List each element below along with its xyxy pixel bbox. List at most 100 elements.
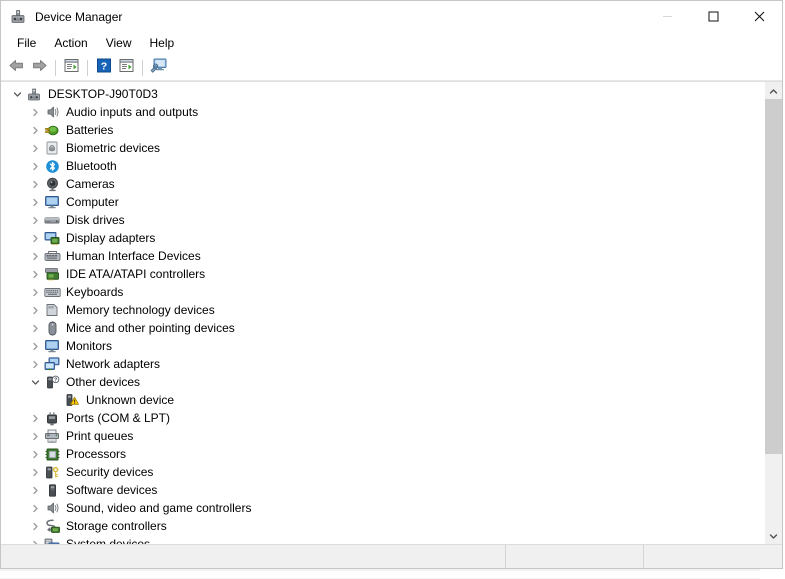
svg-text:?: ? [100, 60, 106, 72]
tree-item-software-devices[interactable]: Software devices [1, 481, 764, 499]
properties-icon [63, 58, 80, 78]
tree-item-system-devices[interactable]: System devices [1, 535, 764, 544]
help-question-icon: ? [96, 58, 112, 78]
unknown-device-warning-icon [63, 392, 81, 408]
chevron-right-icon[interactable] [27, 103, 43, 121]
scan-monitor-icon [149, 57, 168, 78]
tree-item-label: Human Interface Devices [66, 249, 201, 263]
chevron-right-icon[interactable] [27, 517, 43, 535]
menu-item-help[interactable]: Help [141, 34, 184, 52]
tree-item-keyboards[interactable]: Keyboards [1, 283, 764, 301]
forward-button[interactable] [28, 57, 51, 79]
chevron-right-icon[interactable] [27, 229, 43, 247]
scrollbar-thumb[interactable] [765, 99, 782, 455]
close-button[interactable] [736, 1, 782, 32]
tree-item-security-devices[interactable]: Security devices [1, 463, 764, 481]
tree-item-ide-ata-atapi-controllers[interactable]: IDE ATA/ATAPI controllers [1, 265, 764, 283]
chevron-right-icon[interactable] [27, 481, 43, 499]
tree-item-disk-drives[interactable]: Disk drives [1, 211, 764, 229]
chevron-right-icon[interactable] [27, 175, 43, 193]
minimize-button[interactable] [644, 1, 690, 32]
tree-item-other-devices[interactable]: ? Other devices [1, 373, 764, 391]
window-controls [644, 1, 782, 32]
ide-controller-icon [43, 266, 61, 282]
menu-bar: File Action View Help [1, 32, 782, 55]
menu-item-file[interactable]: File [8, 34, 45, 52]
tree-item-sound-video-and-game-controllers[interactable]: Sound, video and game controllers [1, 499, 764, 517]
scrollbar-track[interactable] [765, 99, 782, 527]
tree-item-display-adapters[interactable]: Display adapters [1, 229, 764, 247]
tree-item-print-queues[interactable]: Print queues [1, 427, 764, 445]
title-bar[interactable]: Device Manager [1, 1, 782, 32]
chevron-down-icon [769, 527, 778, 545]
svg-text:?: ? [54, 377, 57, 383]
chevron-right-icon[interactable] [27, 301, 43, 319]
chevron-right-icon[interactable] [27, 499, 43, 517]
battery-icon [43, 122, 61, 138]
tree-item-network-adapters[interactable]: Network adapters [1, 355, 764, 373]
chevron-right-icon[interactable] [27, 427, 43, 445]
tree-item-human-interface-devices[interactable]: Human Interface Devices [1, 247, 764, 265]
tree-item-audio-inputs-and-outputs[interactable]: Audio inputs and outputs [1, 103, 764, 121]
scan-hardware-changes-button[interactable] [147, 57, 170, 79]
status-bar-main-pane [1, 545, 506, 568]
software-device-icon [43, 482, 61, 498]
processor-chip-icon [43, 446, 61, 462]
chevron-right-icon[interactable] [27, 355, 43, 373]
tree-item-monitors[interactable]: Monitors [1, 337, 764, 355]
port-plug-icon [43, 410, 61, 426]
tree-item-processors[interactable]: Processors [1, 445, 764, 463]
chevron-right-icon[interactable] [27, 337, 43, 355]
menu-item-action[interactable]: Action [45, 34, 96, 52]
tree-item-label: Software devices [66, 483, 158, 497]
tree-item-label: Security devices [66, 465, 154, 479]
properties-button[interactable] [60, 57, 83, 79]
tree-item-unknown-device[interactable]: Unknown device [1, 391, 764, 409]
vertical-scrollbar[interactable] [764, 82, 782, 544]
tree-item-bluetooth[interactable]: Bluetooth [1, 157, 764, 175]
tree-item-biometric-devices[interactable]: Biometric devices [1, 139, 764, 157]
hid-icon [43, 248, 61, 264]
maximize-button[interactable] [690, 1, 736, 32]
chevron-right-icon[interactable] [27, 211, 43, 229]
tree-item-label: Print queues [66, 429, 134, 443]
tree-item-root[interactable]: DESKTOP-J90T0D3 [1, 85, 764, 103]
tree-item-label: Ports (COM & LPT) [66, 411, 171, 425]
tree-item-computer[interactable]: Computer [1, 193, 764, 211]
chevron-right-icon[interactable] [27, 319, 43, 337]
chevron-right-icon[interactable] [27, 139, 43, 157]
monitor-icon [43, 194, 61, 210]
tree-item-storage-controllers[interactable]: Storage controllers [1, 517, 764, 535]
speaker-icon [43, 500, 61, 516]
device-tree[interactable]: DESKTOP-J90T0D3 Audio inputs and outputs [1, 82, 764, 544]
chevron-right-icon[interactable] [27, 247, 43, 265]
chevron-right-icon[interactable] [27, 445, 43, 463]
scroll-up-button[interactable] [765, 82, 782, 99]
toolbar-separator-3 [142, 59, 143, 76]
network-adapter-icon [43, 356, 61, 372]
chevron-right-icon[interactable] [27, 157, 43, 175]
chevron-down-icon[interactable] [9, 85, 25, 103]
status-bar-pane-2 [506, 545, 644, 568]
chevron-right-icon[interactable] [27, 535, 43, 544]
tree-item-memory-technology-devices[interactable]: Memory technology devices [1, 301, 764, 319]
update-driver-button[interactable] [115, 57, 138, 79]
chevron-right-icon[interactable] [27, 463, 43, 481]
chevron-right-icon[interactable] [27, 121, 43, 139]
menu-item-view[interactable]: View [97, 34, 141, 52]
chevron-right-icon[interactable] [27, 409, 43, 427]
window-title: Device Manager [35, 9, 123, 24]
tree-item-cameras[interactable]: Cameras [1, 175, 764, 193]
chevron-right-icon[interactable] [27, 283, 43, 301]
chevron-right-icon[interactable] [27, 265, 43, 283]
tree-item-mice-and-other-pointing-devices[interactable]: Mice and other pointing devices [1, 319, 764, 337]
tree-item-batteries[interactable]: Batteries [1, 121, 764, 139]
back-button[interactable] [5, 57, 28, 79]
chevron-right-icon[interactable] [27, 193, 43, 211]
device-manager-icon [9, 8, 27, 26]
system-device-icon [43, 536, 61, 544]
chevron-down-icon[interactable] [27, 373, 43, 391]
tree-item-ports-com-and-lpt[interactable]: Ports (COM & LPT) [1, 409, 764, 427]
help-button[interactable]: ? [92, 57, 115, 79]
scroll-down-button[interactable] [765, 527, 782, 544]
